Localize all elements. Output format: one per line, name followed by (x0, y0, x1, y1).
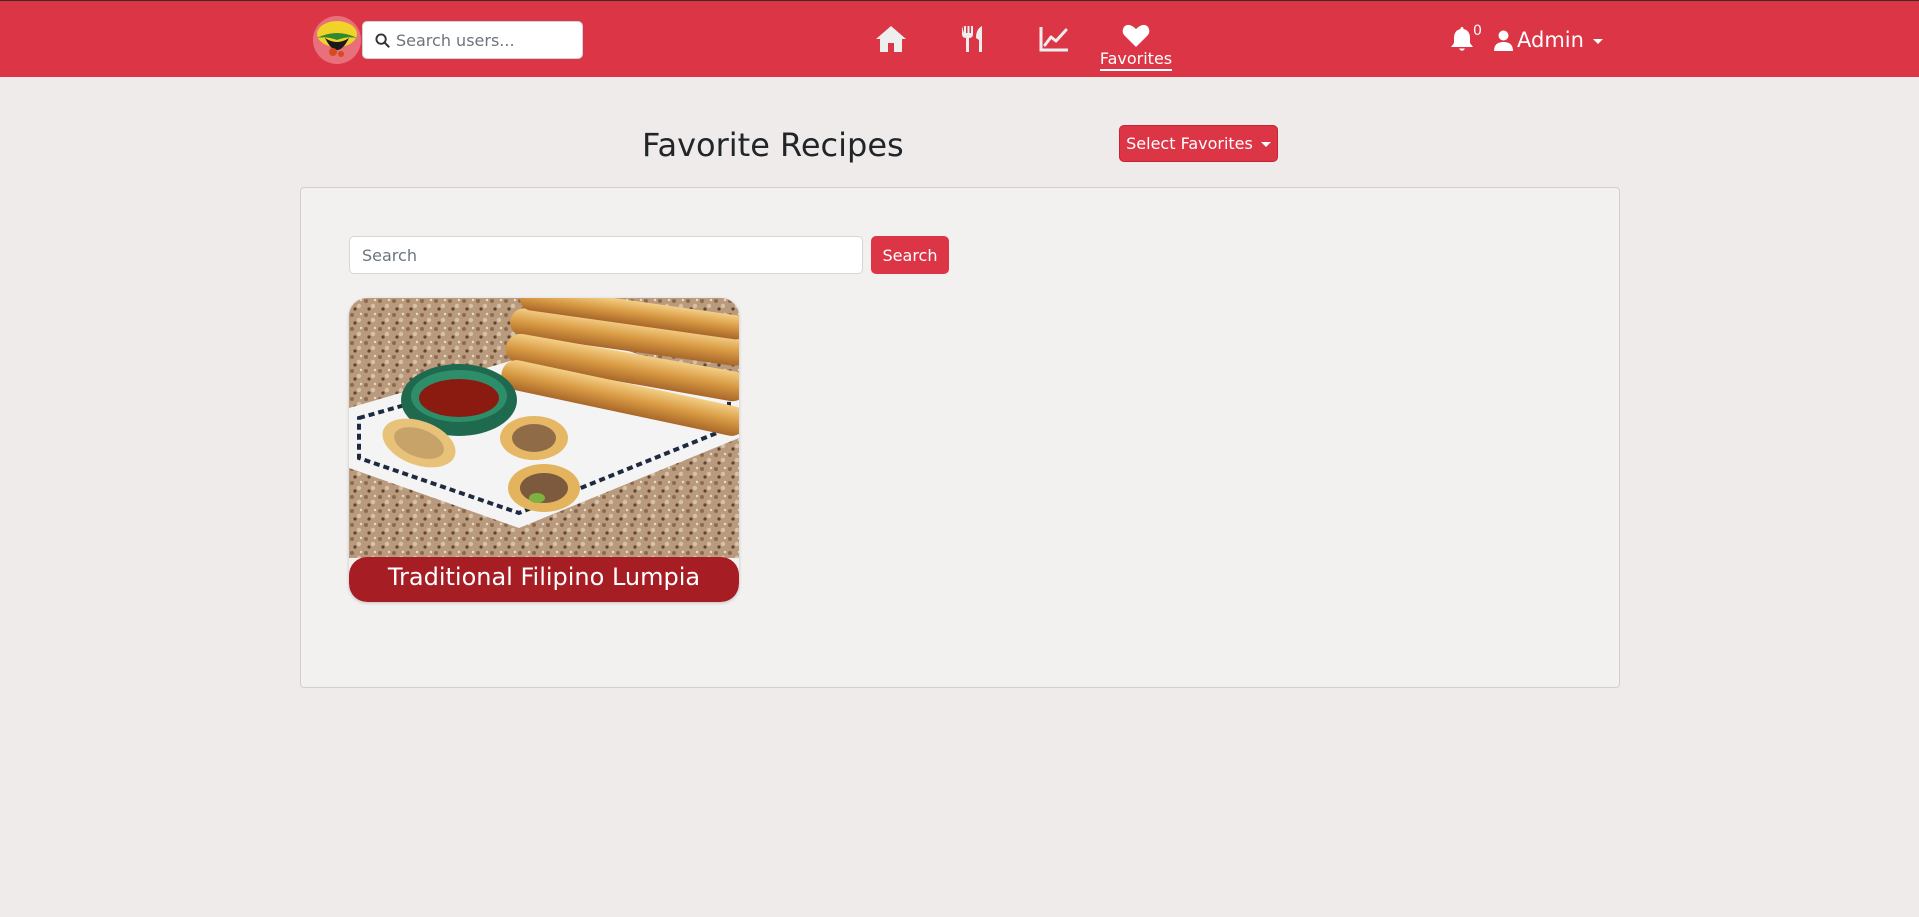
bell-icon (1451, 27, 1473, 51)
heart-icon (1122, 24, 1150, 47)
recipe-card-title: Traditional Filipino Lumpia (349, 557, 739, 602)
nav-favorites-label: Favorites (1099, 50, 1173, 71)
user-search-placeholder: Search users... (396, 30, 515, 50)
search-button[interactable]: Search (871, 236, 949, 274)
user-menu[interactable]: Admin (1494, 26, 1603, 54)
select-favorites-dropdown[interactable]: Select Favorites (1119, 125, 1278, 162)
logo-icon (313, 16, 361, 64)
page-title: Favorite Recipes (642, 126, 904, 164)
select-favorites-label: Select Favorites (1126, 134, 1253, 153)
nav-recipes[interactable] (955, 23, 991, 55)
navbar: Search users... Favorites 0 Admin (0, 0, 1919, 77)
recipe-image (349, 298, 739, 558)
user-icon (1494, 30, 1513, 51)
nav-home[interactable] (873, 23, 909, 55)
chart-line-icon (1039, 27, 1068, 52)
caret-down-icon (1260, 142, 1271, 147)
app-logo[interactable] (313, 16, 361, 64)
search-icon (375, 32, 390, 48)
nav-stats[interactable] (1036, 23, 1072, 55)
user-search-input[interactable]: Search users... (362, 21, 583, 59)
nav-favorites[interactable]: Favorites (1096, 23, 1176, 71)
chevron-down-icon (1592, 38, 1603, 44)
home-icon (876, 26, 906, 52)
recipe-search-input[interactable]: Search (349, 236, 863, 274)
recipe-card[interactable]: Traditional Filipino Lumpia (349, 298, 739, 602)
user-name: Admin (1517, 28, 1584, 52)
utensils-icon (962, 26, 982, 52)
recipe-search-placeholder: Search (362, 245, 417, 265)
notification-count: 0 (1473, 23, 1482, 39)
